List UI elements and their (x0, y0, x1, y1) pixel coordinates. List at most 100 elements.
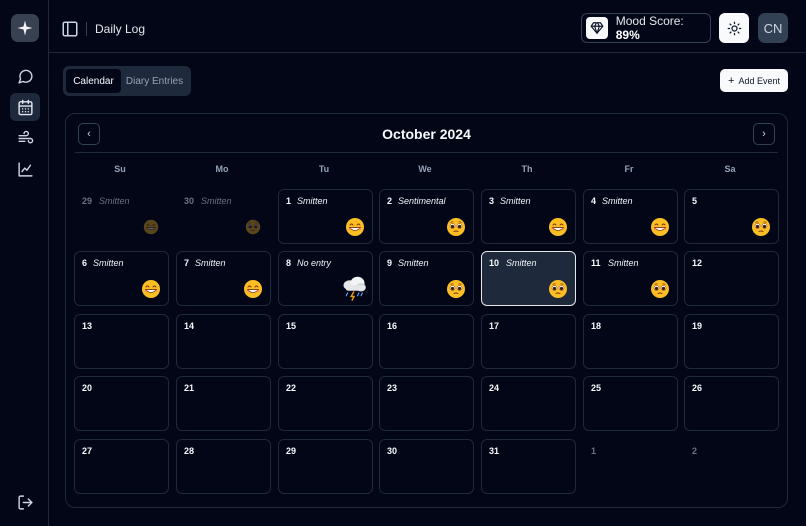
calendar-day-cell[interactable]: 17 (481, 314, 576, 369)
day-mood-label: Smitten (500, 196, 531, 206)
calendar-day-cell[interactable]: 13 (74, 314, 169, 369)
sidebar-item-calendar[interactable] (10, 93, 40, 121)
day-number: 1 (286, 196, 292, 206)
view-tabs: Calendar Diary Entries (63, 66, 191, 96)
day-number: 1 (591, 446, 597, 456)
day-number: 5 (692, 196, 698, 206)
calendar-day-cell[interactable]: 23 (379, 376, 474, 431)
calendar-day-cell[interactable]: 18 (583, 314, 678, 369)
tab-calendar[interactable]: Calendar (66, 69, 121, 93)
calendar-day-cell[interactable]: 1 (583, 439, 678, 494)
day-mood-label: No entry (297, 258, 332, 268)
calendar-day-cell[interactable]: 21 (176, 376, 271, 431)
wind-icon (17, 130, 33, 143)
weekday-header: Su (114, 164, 126, 174)
mood-score-value: 89% (615, 28, 640, 42)
day-number: 15 (286, 321, 297, 331)
log-out-icon (17, 494, 33, 510)
day-mood-label: Smitten (195, 258, 226, 268)
day-mood-label: Smitten (608, 258, 639, 268)
tab-diary-entries[interactable]: Diary Entries (121, 69, 188, 93)
calendar-day-cell[interactable]: 28 (176, 439, 271, 494)
calendar-day-cell[interactable]: 14 (176, 314, 271, 369)
weekday-header: Tu (318, 164, 330, 174)
day-mood-label: Smitten (93, 258, 124, 268)
calendar-day-cell[interactable]: 15 (278, 314, 373, 369)
calendar-day-cell[interactable]: 11 Smitten (583, 251, 678, 306)
pleading-face-emoji-icon (650, 279, 670, 299)
day-number: 3 (489, 196, 495, 206)
day-mood-label: Smitten (201, 196, 232, 206)
weekday-header: Fr (624, 164, 634, 174)
calendar-day-cell[interactable]: 5 (684, 189, 779, 244)
weekday-header: Th (521, 164, 533, 174)
line-chart-icon (17, 161, 33, 177)
calendar-day-cell[interactable]: 4 Smitten (583, 189, 678, 244)
calendar-day-cell[interactable]: 1 Smitten (278, 189, 373, 244)
add-event-button[interactable]: + Add Event (720, 69, 788, 92)
day-mood-label: Smitten (506, 258, 537, 268)
calendar-day-cell[interactable]: 16 (379, 314, 474, 369)
day-number: 23 (387, 383, 398, 393)
next-month-button[interactable]: › (753, 123, 775, 145)
calendar-day-cell[interactable]: 3 Smitten (481, 189, 576, 244)
calendar-day-cell[interactable]: 30 Smitten (176, 189, 271, 244)
sparkle-logo-icon[interactable] (11, 14, 39, 42)
weekday-header: Sa (724, 164, 736, 174)
calendar-day-cell[interactable]: 19 (684, 314, 779, 369)
sidebar (0, 0, 49, 526)
calendar-day-cell[interactable]: 20 (74, 376, 169, 431)
grinning-face-emoji-icon (243, 279, 263, 299)
day-number: 2 (692, 446, 698, 456)
pleading-face-emoji-icon (751, 217, 771, 237)
day-number: 27 (82, 446, 93, 456)
calendar-day-cell[interactable]: 12 (684, 251, 779, 306)
sidebar-item-wind[interactable] (10, 124, 40, 152)
day-number: 4 (591, 196, 597, 206)
calendar-day-cell[interactable]: 22 (278, 376, 373, 431)
day-number: 13 (82, 321, 93, 331)
day-number: 26 (692, 383, 703, 393)
day-number: 12 (692, 258, 703, 268)
day-mood-label: Smitten (99, 196, 130, 206)
calendar-day-cell[interactable]: 7 Smitten (176, 251, 271, 306)
message-circle-icon (17, 69, 33, 84)
panel-left-icon[interactable] (61, 20, 79, 38)
pleading-face-emoji-icon (245, 219, 261, 235)
calendar-day-cell[interactable]: 24 (481, 376, 576, 431)
day-number: 25 (591, 383, 602, 393)
pleading-face-emoji-icon (446, 217, 466, 237)
calendar-day-cell[interactable]: 2 Sentimental (379, 189, 474, 244)
day-number: 8 (286, 258, 292, 268)
calendar-day-cell[interactable]: 9 Smitten (379, 251, 474, 306)
calendar-day-cell[interactable]: 2 (684, 439, 779, 494)
grinning-face-emoji-icon (650, 217, 670, 237)
weekday-header: Mo (215, 164, 229, 174)
calendar-day-cell[interactable]: 31 (481, 439, 576, 494)
chevron-right-icon: › (762, 128, 766, 140)
avatar[interactable]: CN (758, 13, 788, 43)
calendar-day-cell[interactable]: 6 Smitten (74, 251, 169, 306)
logout-button[interactable] (10, 488, 40, 516)
page-title: Daily Log (95, 22, 146, 36)
calendar-day-cell[interactable]: 29 Smitten (74, 189, 169, 244)
sidebar-item-chat[interactable] (10, 62, 40, 90)
grinning-face-emoji-icon (345, 217, 365, 237)
month-title: October 2024 (382, 126, 471, 142)
calendar-card: ‹ October 2024 › Su Mo Tu We Th Fr Sa 29 Smitten… (65, 113, 788, 508)
calendar-day-cell[interactable]: 25 (583, 376, 678, 431)
calendar-day-cell[interactable]: 29 (278, 439, 373, 494)
calendar-day-cell[interactable]: 8 No entry (278, 251, 373, 306)
day-number: 20 (82, 383, 93, 393)
day-number: 9 (387, 258, 393, 268)
day-number: 14 (184, 321, 195, 331)
theme-toggle-button[interactable] (719, 13, 749, 43)
calendar-day-cell[interactable]: 30 (379, 439, 474, 494)
day-number: 22 (286, 383, 297, 393)
calendar-day-cell[interactable]: 27 (74, 439, 169, 494)
sidebar-item-chart[interactable] (10, 155, 40, 183)
calendar-day-cell[interactable]: 10 Smitten (481, 251, 576, 306)
day-number: 30 (184, 196, 195, 206)
calendar-day-cell[interactable]: 26 (684, 376, 779, 431)
day-number: 6 (82, 258, 88, 268)
